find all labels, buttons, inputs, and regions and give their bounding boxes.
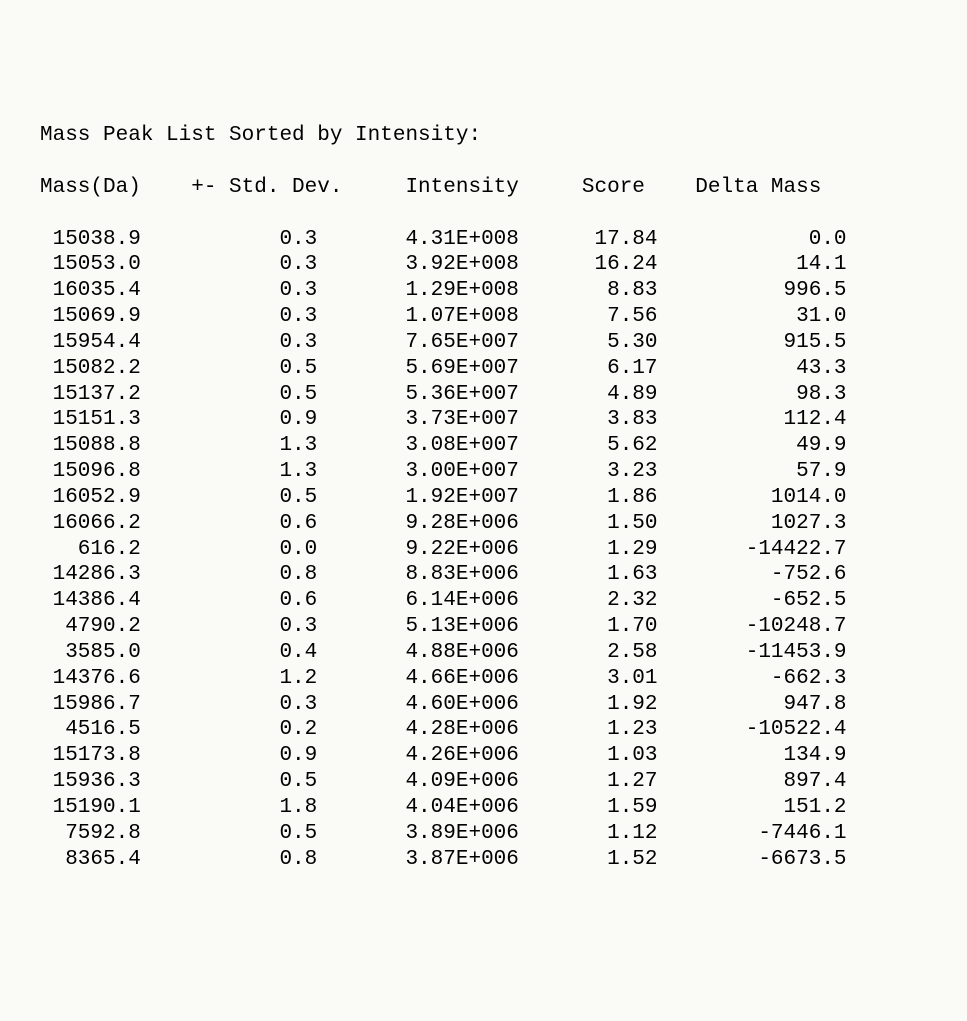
table-row: 3585.0 0.4 4.88E+006 2.58 -11453.9 (40, 640, 927, 666)
table-row: 15088.8 1.3 3.08E+007 5.62 49.9 (40, 433, 927, 459)
table-row: 14376.6 1.2 4.66E+006 3.01 -662.3 (40, 666, 927, 692)
table-row: 4516.5 0.2 4.28E+006 1.23 -10522.4 (40, 717, 927, 743)
table-row: 15137.2 0.5 5.36E+007 4.89 98.3 (40, 382, 927, 408)
table-row: 15096.8 1.3 3.00E+007 3.23 57.9 (40, 459, 927, 485)
table-row: 4790.2 0.3 5.13E+006 1.70 -10248.7 (40, 614, 927, 640)
table-row: 7592.8 0.5 3.89E+006 1.12 -7446.1 (40, 821, 927, 847)
table-row: 14286.3 0.8 8.83E+006 1.63 -752.6 (40, 562, 927, 588)
table-row: 15986.7 0.3 4.60E+006 1.92 947.8 (40, 692, 927, 718)
table-row: 16052.9 0.5 1.92E+007 1.86 1014.0 (40, 485, 927, 511)
table-row: 15954.4 0.3 7.65E+007 5.30 915.5 (40, 330, 927, 356)
title-line: Mass Peak List Sorted by Intensity: (40, 123, 927, 149)
table-row: 616.2 0.0 9.22E+006 1.29 -14422.7 (40, 537, 927, 563)
table-row: 15069.9 0.3 1.07E+008 7.56 31.0 (40, 304, 927, 330)
table-row: 15936.3 0.5 4.09E+006 1.27 897.4 (40, 769, 927, 795)
table-row: 16035.4 0.3 1.29E+008 8.83 996.5 (40, 278, 927, 304)
table-row: 15053.0 0.3 3.92E+008 16.24 14.1 (40, 252, 927, 278)
table-row: 15038.9 0.3 4.31E+008 17.84 0.0 (40, 227, 927, 253)
table-row: 15190.1 1.8 4.04E+006 1.59 151.2 (40, 795, 927, 821)
header-line: Mass(Da) +- Std. Dev. Intensity Score De… (40, 175, 927, 201)
table-row: 15082.2 0.5 5.69E+007 6.17 43.3 (40, 356, 927, 382)
table-row: 15151.3 0.9 3.73E+007 3.83 112.4 (40, 407, 927, 433)
table-row: 16066.2 0.6 9.28E+006 1.50 1027.3 (40, 511, 927, 537)
table-row: 15173.8 0.9 4.26E+006 1.03 134.9 (40, 743, 927, 769)
table-body: 15038.9 0.3 4.31E+008 17.84 0.0 15053.0 … (40, 227, 927, 873)
table-row: 8365.4 0.8 3.87E+006 1.52 -6673.5 (40, 847, 927, 873)
table-row: 14386.4 0.6 6.14E+006 2.32 -652.5 (40, 588, 927, 614)
